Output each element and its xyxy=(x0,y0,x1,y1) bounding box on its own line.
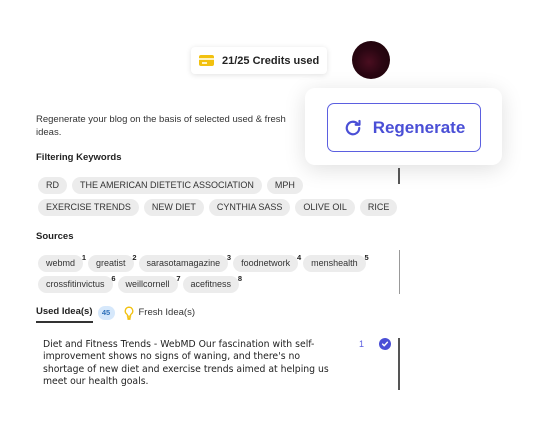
idea-tabs: Used Idea(s) 45 Fresh Idea(s) xyxy=(36,305,196,323)
keyword-chip[interactable]: CYNTHIA SASS xyxy=(208,199,291,216)
idea-selected-checkbox[interactable] xyxy=(379,338,391,350)
source-name: foodnetwork xyxy=(241,258,291,268)
source-number: 6 xyxy=(111,274,116,283)
source-number: 2 xyxy=(132,253,137,262)
sources-row-2: crossfitinvictus 6 weillcornell 7 acefitne… xyxy=(38,274,242,293)
source-number: 3 xyxy=(226,253,232,262)
fresh-ideas-label: Fresh Idea(s) xyxy=(138,307,196,318)
keyword-chip[interactable]: EXERCISE TRENDS xyxy=(38,199,139,216)
regenerate-button[interactable]: Regenerate xyxy=(327,103,481,152)
source-chip[interactable]: crossfitinvictus 6 xyxy=(38,274,116,293)
tab-fresh-ideas[interactable]: Fresh Idea(s) xyxy=(123,306,196,320)
keyword-chip[interactable]: THE AMERICAN DIETETIC ASSOCIATION xyxy=(72,177,262,194)
refresh-icon xyxy=(345,119,361,135)
used-ideas-count-badge: 45 xyxy=(97,305,115,320)
source-number: 5 xyxy=(364,253,369,262)
source-number: 7 xyxy=(176,274,181,283)
regenerate-description: Regenerate your blog on the basis of sel… xyxy=(36,114,286,138)
regenerate-label: Regenerate xyxy=(372,117,466,137)
check-icon xyxy=(381,341,389,347)
sources-scrollbar[interactable] xyxy=(399,250,400,294)
source-name: webmd xyxy=(46,258,76,268)
keyword-chip[interactable]: OLIVE OIL xyxy=(295,199,355,216)
source-name: weillcornell xyxy=(125,279,170,289)
tab-used-ideas[interactable]: Used Idea(s) xyxy=(36,306,93,323)
source-name: greatist xyxy=(96,258,126,268)
keywords-scrollbar[interactable] xyxy=(398,168,400,184)
source-chip[interactable]: sarasotamagazine 3 xyxy=(138,253,231,272)
source-name: menshealth xyxy=(311,258,358,268)
keyword-chip[interactable]: MPH xyxy=(266,177,303,194)
credits-indicator: 21/25 Credits used xyxy=(191,47,327,74)
source-number: 8 xyxy=(237,274,243,283)
source-chip[interactable]: webmd 1 xyxy=(38,253,86,272)
keyword-chip[interactable]: RD xyxy=(38,177,67,194)
sources-title: Sources xyxy=(36,231,74,242)
idea-text: Diet and Fitness Trends - WebMD Our fasc… xyxy=(43,339,329,387)
source-chip[interactable]: acefitness 8 xyxy=(182,274,242,293)
sources-row-1: webmd 1 greatist 2 sarasotamagazine 3 foodn… xyxy=(38,253,369,272)
keyword-chip[interactable]: NEW DIET xyxy=(143,199,204,216)
user-avatar[interactable] xyxy=(352,41,390,79)
source-name: sarasotamagazine xyxy=(146,258,221,268)
keyword-chip[interactable]: RICE xyxy=(359,199,398,216)
source-number: 4 xyxy=(296,253,302,262)
filtering-keywords-title: Filtering Keywords xyxy=(36,152,122,163)
regenerate-card: Regenerate xyxy=(305,88,502,165)
credits-text: 21/25 Credits used xyxy=(222,54,320,67)
lightbulb-icon xyxy=(124,306,133,320)
source-number: 1 xyxy=(81,253,87,262)
source-chip[interactable]: weillcornell 7 xyxy=(117,274,181,293)
keyword-row-1: RD THE AMERICAN DIETETIC ASSOCIATION MPH xyxy=(38,177,303,194)
source-name: crossfitinvictus xyxy=(46,279,105,289)
idea-number: 1 xyxy=(359,339,365,349)
source-name: acefitness xyxy=(190,279,232,289)
source-chip[interactable]: menshealth 5 xyxy=(303,253,369,272)
source-chip[interactable]: foodnetwork 4 xyxy=(233,253,301,272)
credit-card-icon xyxy=(199,55,214,66)
keyword-row-2: EXERCISE TRENDS NEW DIET CYNTHIA SASS OL… xyxy=(38,199,398,216)
ideas-scrollbar[interactable] xyxy=(398,338,400,390)
